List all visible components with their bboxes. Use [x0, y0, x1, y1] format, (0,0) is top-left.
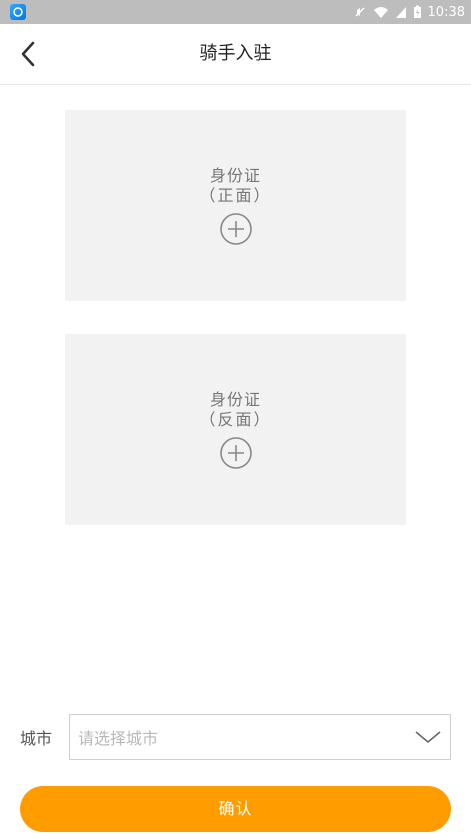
city-select[interactable]: 请选择城市	[69, 714, 451, 760]
confirm-button[interactable]: 确认	[20, 786, 451, 832]
id-front-label: 身份证	[209, 165, 261, 185]
city-placeholder: 请选择城市	[78, 729, 159, 748]
id-back-sub-label: （反面）	[199, 409, 272, 429]
status-bar: 10:38	[0, 0, 471, 24]
id-back-upload[interactable]: 身份证 （反面）	[65, 334, 406, 525]
app-icon	[10, 4, 26, 20]
signal-icon	[395, 5, 407, 19]
nav-bar: 骑手入驻	[0, 24, 471, 85]
id-front-upload[interactable]: 身份证 （正面）	[65, 110, 406, 301]
plus-circle-icon	[219, 212, 252, 245]
status-time: 10:38	[427, 4, 465, 20]
id-front-sub-label: （正面）	[199, 185, 272, 205]
status-icons: 10:38	[353, 5, 465, 20]
mute-icon	[353, 5, 367, 19]
page-title: 骑手入驻	[199, 43, 272, 64]
battery-icon	[413, 5, 422, 19]
plus-circle-icon	[219, 436, 252, 469]
id-back-label: 身份证	[209, 389, 261, 409]
city-label: 城市	[20, 729, 53, 748]
wifi-icon	[373, 5, 389, 19]
chevron-down-icon	[415, 731, 441, 744]
